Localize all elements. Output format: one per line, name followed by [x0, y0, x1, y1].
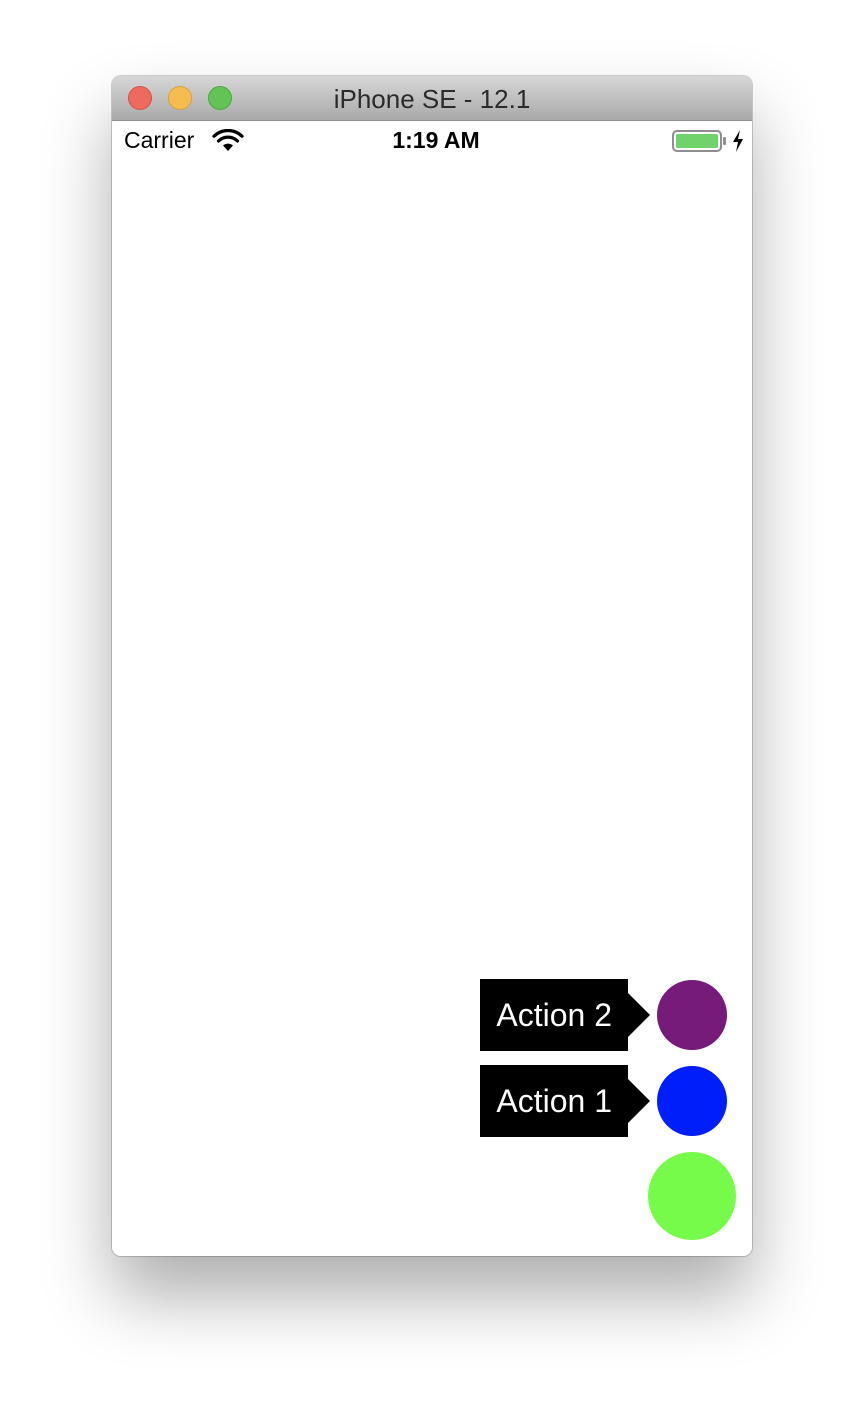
- device-screen: Carrier 1:19 AM Action 2 Action 1: [112, 121, 752, 1256]
- status-bar: Carrier 1:19 AM: [112, 121, 752, 161]
- window-title: iPhone SE - 12.1: [333, 84, 531, 114]
- action-label-tooltip[interactable]: Action 2: [452, 979, 652, 1051]
- action-label-tooltip[interactable]: Action 1: [452, 1065, 652, 1137]
- main-fab-button[interactable]: [648, 1152, 736, 1240]
- label-arrow: [628, 993, 650, 1037]
- action-2-button[interactable]: [657, 980, 727, 1050]
- label-arrow: [628, 1079, 650, 1123]
- status-time: 1:19 AM: [392, 127, 480, 153]
- charging-bolt-icon: [733, 130, 743, 152]
- action-label: Action 1: [480, 1065, 628, 1137]
- fab-action-row: Action 2: [480, 979, 752, 1051]
- fab-action-row: Action 1: [480, 1065, 752, 1137]
- action-label: Action 2: [480, 979, 628, 1051]
- action-1-button[interactable]: [657, 1066, 727, 1136]
- battery-full-icon: [672, 130, 726, 152]
- simulator-window: iPhone SE - 12.1 Carrier 1:19 AM Action: [112, 76, 752, 1256]
- title-bar: iPhone SE - 12.1: [112, 76, 752, 121]
